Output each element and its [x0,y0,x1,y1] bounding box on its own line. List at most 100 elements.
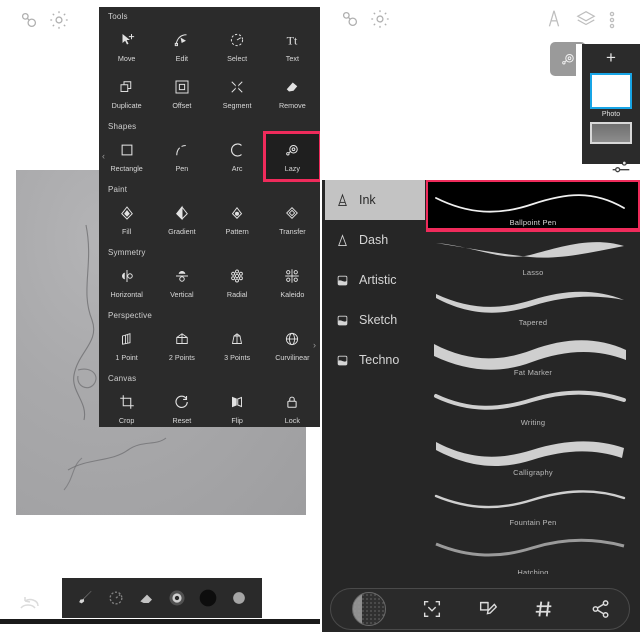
dither-swatch-icon[interactable] [352,592,387,626]
tool-pen[interactable]: Pen [154,133,209,180]
tool-select[interactable]: Select [210,23,265,70]
tool-label: Kaleido [280,289,305,299]
brush-category-artistic[interactable]: Artistic [325,260,425,300]
brush-category-ink[interactable]: Ink [325,180,425,220]
layers-panel: + Photo [582,44,640,164]
sliders-icon[interactable] [611,158,631,174]
bottom-rule [0,619,321,624]
brush-list[interactable]: Ballpoint Pen Lasso Tapered Fat Marker W… [426,180,640,640]
hash-icon[interactable] [533,598,555,620]
brush-item-hatching[interactable]: Hatching [426,530,640,580]
brush-stroke-preview [434,340,626,370]
ink-icon [338,193,347,206]
tools-grid-perspective: › 1 Point 2 Points 3 Points Curvilinear [99,322,320,369]
tool-label: Horizontal [110,289,143,299]
brush-stroke-preview [436,441,624,466]
tool-arc[interactable]: Arc [210,133,265,180]
brush-category-techno[interactable]: Techno [325,340,425,380]
brush-item-ballpoint-pen[interactable]: Ballpoint Pen [426,180,640,232]
tool-flip[interactable]: Flip [210,385,265,432]
tool-label: Transfer [279,226,306,236]
tool-fill[interactable]: Fill [99,196,154,243]
tool-lazy[interactable]: Lazy [262,131,321,182]
layer-thumbnail-2[interactable] [590,122,632,144]
tool-label: 1 Point [115,352,138,362]
tool-label: Lazy [284,163,300,173]
undo-icon[interactable] [18,594,42,612]
tool-lock[interactable]: Lock [265,385,320,432]
tool-label: Vertical [170,289,194,299]
brush-stroke-preview [436,291,624,313]
color-wheel-icon[interactable] [167,588,187,608]
brush-item-lasso[interactable]: Lasso [426,230,640,280]
color-swatch-black[interactable] [198,588,218,608]
tools-grid-tools: Move Edit Select Tt Text Duplicate Offse… [99,23,320,117]
brush-item-writing[interactable]: Writing [426,380,640,430]
canvas-section-heading: Canvas [108,374,137,383]
layers-icon[interactable] [575,8,597,30]
tools-grid-canvas: Crop Reset Flip Lock [99,385,320,432]
lazy-mouse-icon[interactable] [18,9,40,31]
tool-symmetry-kaleido[interactable]: Kaleido [265,259,320,306]
tool-duplicate[interactable]: Duplicate [99,70,154,117]
artistic-icon [337,275,348,285]
lazy-icon [562,54,574,65]
tool-symmetry-radial[interactable]: Radial [210,259,265,306]
brush-item-fountain-pen[interactable]: Fountain Pen [426,480,640,530]
tool-pattern[interactable]: Pattern [210,196,265,243]
tool-reset[interactable]: Reset [154,385,209,432]
tool-symmetry-vertical[interactable]: Vertical [154,259,209,306]
overflow-menu-icon[interactable] [608,8,616,30]
tool-crop[interactable]: Crop [99,385,154,432]
brush-icon[interactable] [75,588,95,608]
tool-perspective-curvilinear[interactable]: Curvilinear [265,322,320,369]
tool-edit[interactable]: Edit [154,23,209,70]
brush-category-dash[interactable]: Dash [325,220,425,260]
share-icon[interactable] [590,598,612,620]
shapes-section-heading: Shapes [108,122,137,131]
tool-label: 2 Points [168,352,195,362]
eraser-icon[interactable] [137,588,157,608]
tool-rectangle[interactable]: Rectangle [99,133,154,180]
color-swatch-gray[interactable] [229,588,249,608]
brush-stroke-preview [435,538,625,557]
tool-symmetry-horizontal[interactable]: Horizontal [99,259,154,306]
tools-section-heading: Tools [108,12,128,21]
brush-category-sketch[interactable]: Sketch [325,300,425,340]
brush-stroke-preview [435,194,625,213]
layer-thumbnail-photo[interactable] [590,73,632,109]
tool-gradient[interactable]: Gradient [154,196,209,243]
tools-grid-symmetry: Horizontal Vertical Radial Kaleido [99,259,320,306]
tool-transfer[interactable]: Transfer [265,196,320,243]
brush-label: Lasso [522,268,544,277]
smudge-icon[interactable] [106,588,126,608]
gear-icon[interactable] [48,9,70,31]
edit-brush-icon[interactable] [477,598,499,620]
lazy-mouse-icon[interactable] [339,8,361,30]
category-label: Ink [359,193,376,207]
tool-label: Flip [231,415,243,425]
tool-offset[interactable]: Offset [154,70,209,117]
fit-screen-icon[interactable] [421,598,443,620]
right-top-bar [321,0,640,38]
category-label: Sketch [359,313,398,327]
brush-icon[interactable] [543,8,565,30]
brush-item-fat-marker[interactable]: Fat Marker [426,330,640,380]
tool-move[interactable]: Move [99,23,154,70]
tool-text[interactable]: Tt Text [265,23,320,70]
tool-perspective-3-points[interactable]: 3 Points [210,322,265,369]
brush-item-calligraphy[interactable]: Calligraphy [426,430,640,480]
tool-label: Pattern [225,226,249,236]
tools-popover: Tools Move Edit Select Tt Text Duplicate… [99,7,321,427]
brush-label: Ballpoint Pen [509,218,557,227]
gear-icon[interactable] [369,8,391,30]
symmetry-section-heading: Symmetry [108,248,146,257]
brush-item-tapered[interactable]: Tapered [426,280,640,330]
brush-category-list: Ink Dash Artistic Sketch Techno [325,180,425,580]
tool-segment[interactable]: Segment [210,70,265,117]
tool-perspective-2-points[interactable]: 2 Points [154,322,209,369]
tool-remove[interactable]: Remove [265,70,320,117]
tool-perspective-1-point[interactable]: 1 Point [99,322,154,369]
pane-divider [320,0,322,640]
add-layer-button[interactable]: + [606,49,616,66]
